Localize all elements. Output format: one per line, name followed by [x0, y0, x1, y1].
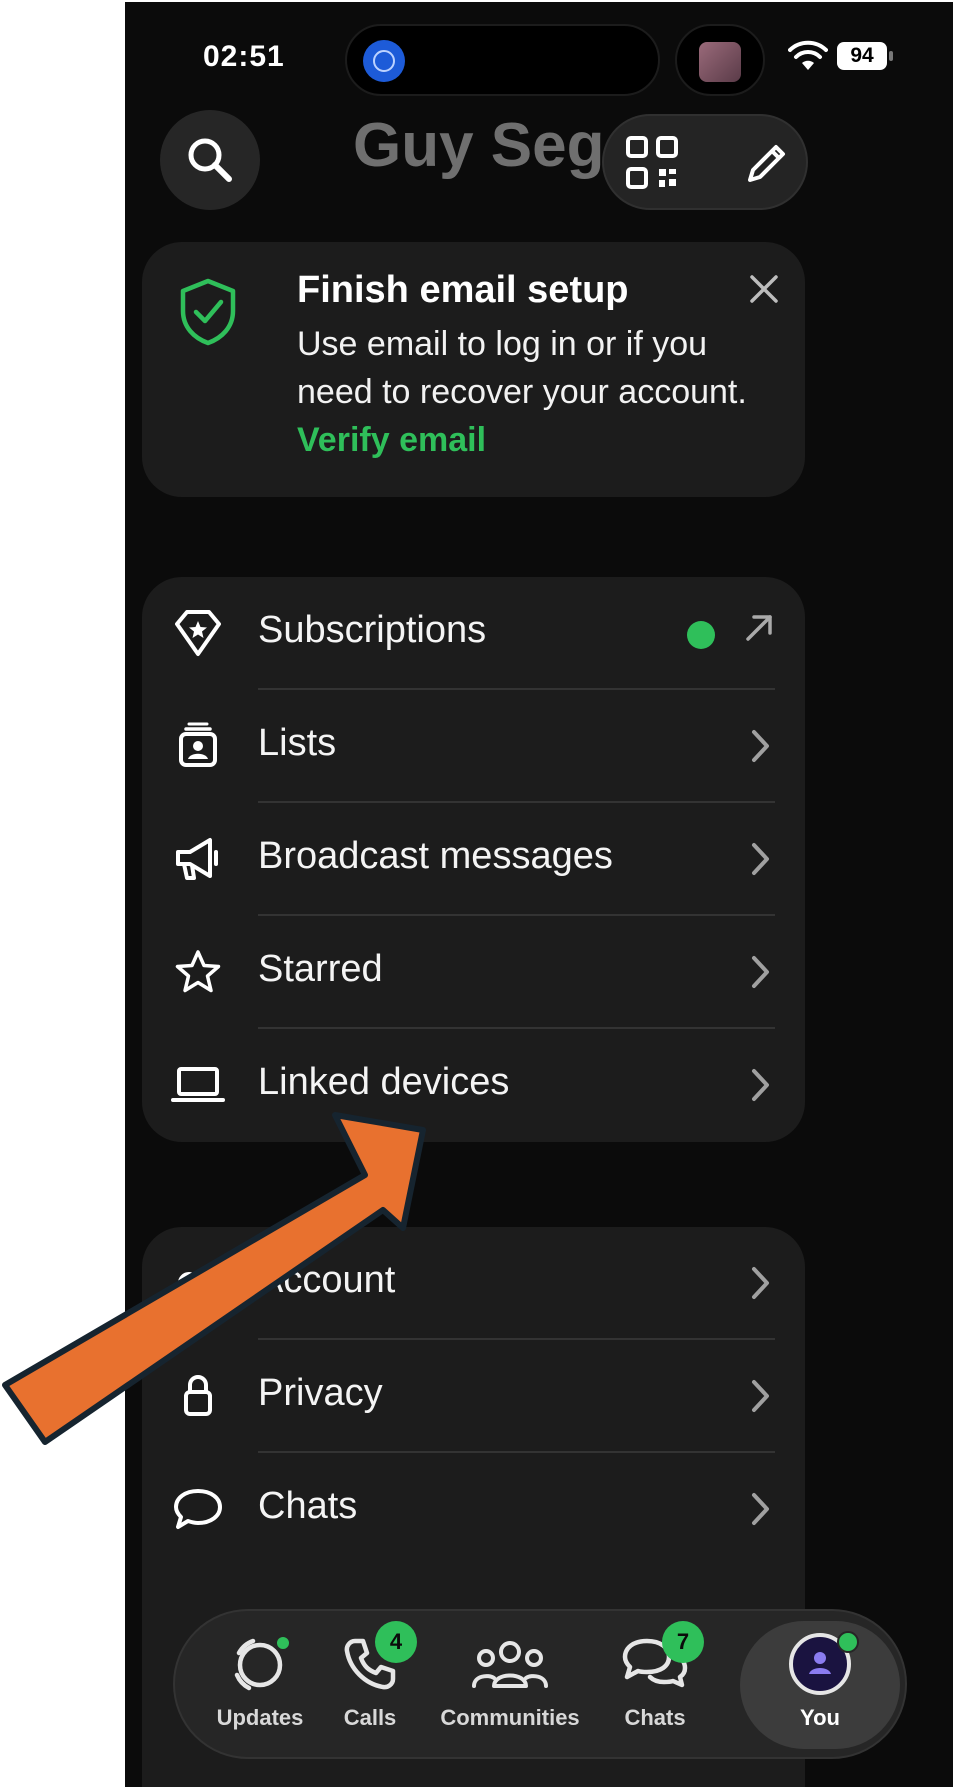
shield-check-icon — [180, 278, 236, 346]
live-activity-icon — [363, 40, 405, 82]
communities-icon — [472, 1641, 548, 1688]
search-icon — [188, 138, 232, 182]
media-thumbnail — [675, 24, 765, 96]
menu-item-label: Broadcast messages — [258, 835, 613, 877]
chevron-right-icon — [752, 956, 769, 988]
header-actions — [602, 114, 808, 210]
menu-item-account[interactable]: Account — [142, 1227, 805, 1340]
diamond-star-icon — [175, 610, 221, 656]
menu-item-privacy[interactable]: Privacy — [142, 1340, 805, 1453]
battery-indicator: 94 — [837, 42, 893, 70]
email-card-body: Use email to log in or if you need to re… — [297, 320, 787, 464]
verify-email-link[interactable]: Verify email — [297, 421, 486, 459]
lists-icon — [179, 722, 217, 767]
menu-item-label: Subscriptions — [258, 609, 487, 651]
menu-item-chats[interactable]: Chats — [142, 1453, 805, 1566]
menu-item-label: Starred — [258, 948, 383, 990]
email-card-title: Finish email setup — [297, 269, 629, 311]
menu-item-linked-devices[interactable]: Linked devices — [142, 1029, 805, 1142]
tab-label: You — [800, 1705, 840, 1730]
megaphone-icon — [176, 838, 218, 880]
key-icon — [178, 1272, 220, 1294]
menu-item-label: Lists — [258, 722, 337, 764]
bottom-nav: Updates 4 Calls Communities 7 Chats You — [173, 1609, 907, 1759]
tab-label: Calls — [343, 1705, 397, 1730]
calls-badge: 4 — [375, 1621, 417, 1663]
star-icon — [175, 950, 221, 993]
menu-item-lists[interactable]: Lists — [142, 690, 805, 803]
profile-dot — [837, 1631, 859, 1653]
menu-item-label: Account — [258, 1259, 396, 1301]
tab-label: Chats — [624, 1705, 686, 1730]
chevron-right-icon — [752, 730, 769, 762]
tab-chats[interactable]: 7 Chats — [590, 1621, 720, 1731]
menu-item-label: Linked devices — [258, 1061, 510, 1103]
email-setup-card: Finish email setup Use email to log in o… — [142, 242, 805, 497]
tab-you[interactable]: You — [755, 1629, 885, 1731]
menu-item-subscriptions[interactable]: Subscriptions — [142, 577, 805, 690]
qr-code-icon[interactable] — [626, 136, 678, 190]
updates-dot — [275, 1635, 291, 1651]
external-link-arrow-icon — [746, 615, 772, 641]
search-button[interactable] — [160, 110, 260, 210]
chat-bubble-icon — [174, 1489, 222, 1529]
phone-screen: 02:51 94 Guy Segev Finish email setup Us… — [125, 2, 953, 1787]
tab-label: Communities — [440, 1705, 580, 1730]
pencil-icon[interactable] — [744, 140, 790, 186]
chevron-right-icon — [752, 1380, 769, 1412]
dynamic-island — [345, 24, 660, 96]
tools-menu-card: Subscriptions Lists Broadcast messages S… — [142, 577, 805, 1142]
status-dot — [687, 621, 715, 649]
tab-calls[interactable]: 4 Calls — [305, 1621, 435, 1731]
wifi-icon — [788, 40, 828, 70]
chevron-right-icon — [752, 1493, 769, 1525]
close-icon[interactable] — [747, 272, 781, 306]
chevron-right-icon — [752, 1069, 769, 1101]
email-card-text: Use email to log in or if you need to re… — [297, 325, 747, 411]
tab-communities[interactable]: Communities — [430, 1629, 590, 1731]
chevron-right-icon — [752, 1267, 769, 1299]
chats-badge: 7 — [662, 1621, 704, 1663]
lock-icon — [184, 1375, 212, 1416]
status-time: 02:51 — [203, 40, 285, 73]
menu-item-broadcast-messages[interactable]: Broadcast messages — [142, 803, 805, 916]
menu-item-starred[interactable]: Starred — [142, 916, 805, 1029]
menu-item-label: Chats — [258, 1485, 358, 1527]
chevron-right-icon — [752, 843, 769, 875]
menu-item-label: Privacy — [258, 1372, 383, 1414]
laptop-icon — [171, 1067, 225, 1102]
